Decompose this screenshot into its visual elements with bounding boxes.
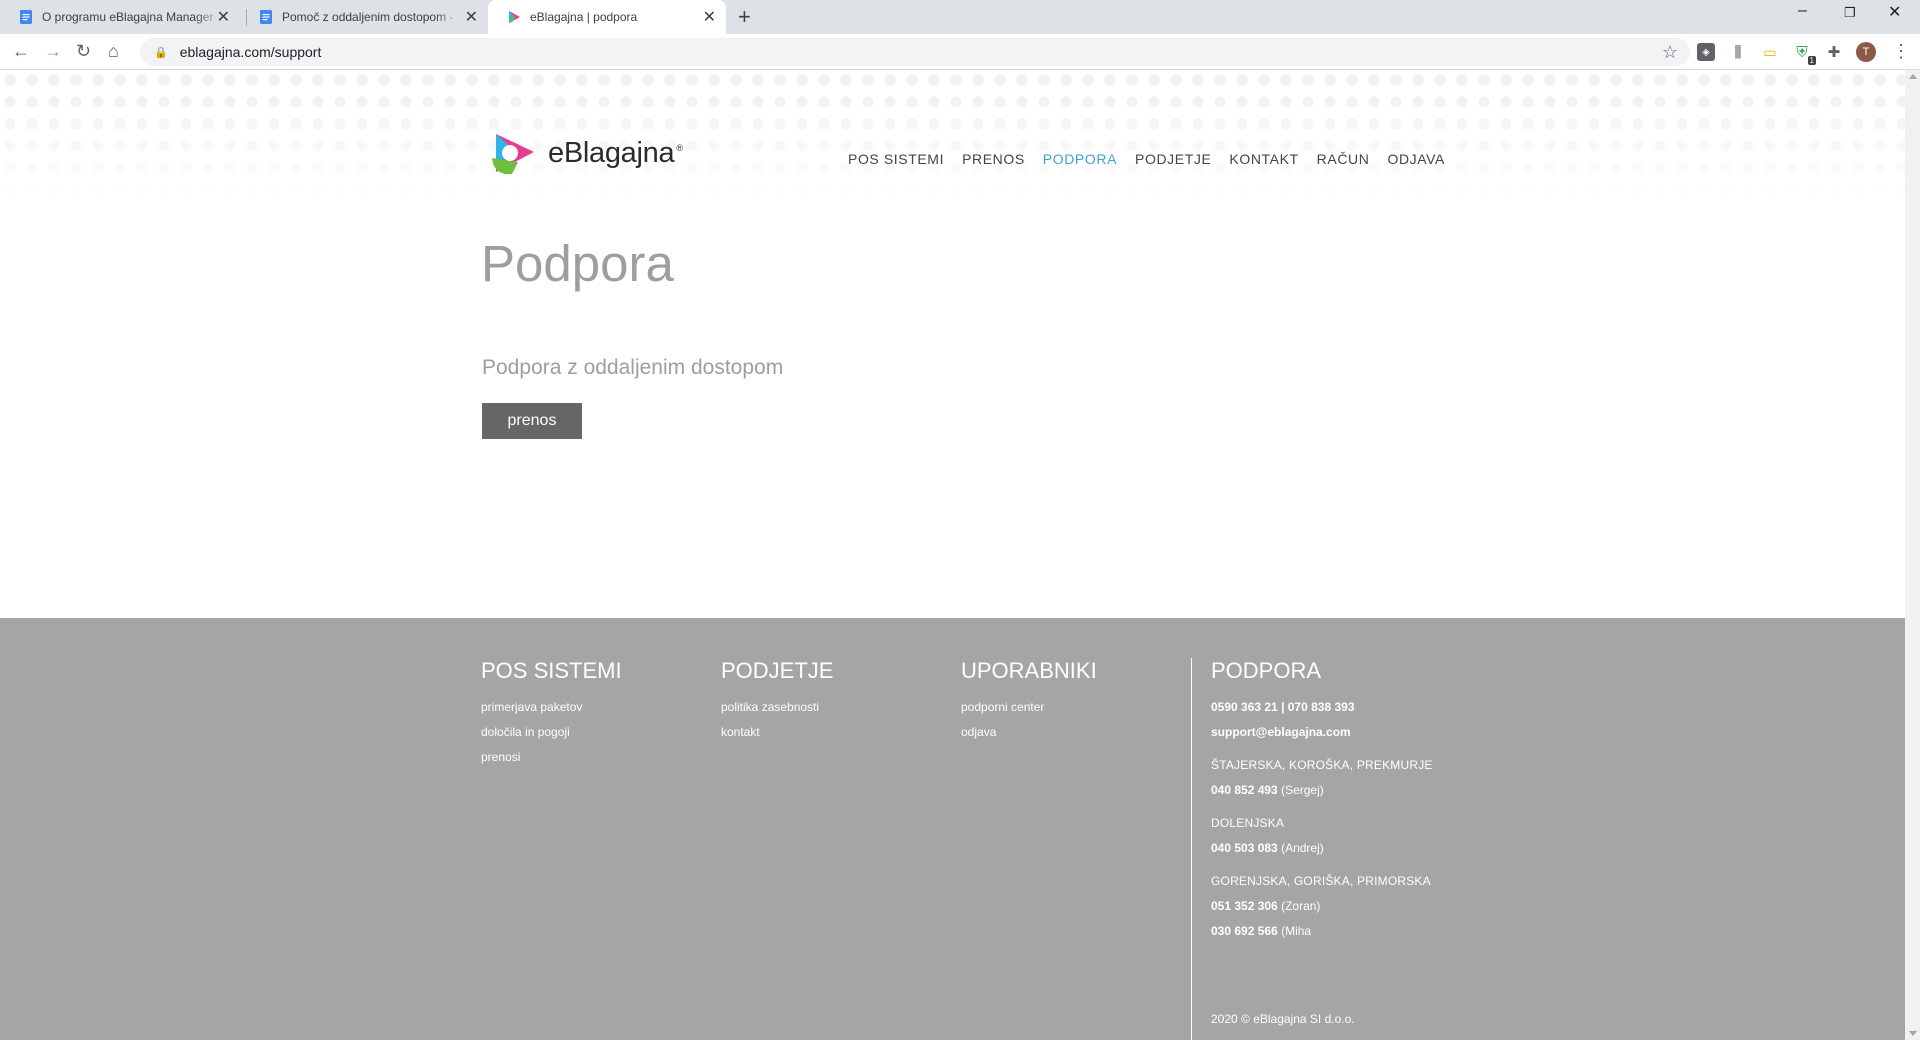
bookmark-star-icon[interactable]: ☆ [1662,42,1678,63]
web-page: eBlagajna ® POS SISTEMI PRENOS PODPORA PO… [0,70,1905,1040]
chat-extension-icon[interactable]: ▭ [1761,43,1779,61]
profile-avatar[interactable]: T [1856,42,1876,62]
eblagajna-favicon-icon [506,9,522,25]
region-name: GORENJSKA, GORIŠKA, PRIMORSKA [1211,874,1431,888]
footer-column-support: PODPORA 0590 363 21 | 070 838 393 suppor… [1211,658,1433,949]
tab-title: eBlagajna | podpora [530,10,638,24]
puzzle-extensions-icon[interactable]: ✚ [1825,43,1843,61]
brand-name: eBlagajna ® [548,136,683,169]
nav-prenos[interactable]: PRENOS [962,151,1025,167]
footer-divider [1191,658,1192,1040]
support-email[interactable]: support@eblagajna.com [1211,725,1433,739]
docs-icon [18,9,34,25]
footer-link[interactable]: določila in pogoji [481,725,622,739]
nav-podpora[interactable]: PODPORA [1043,151,1117,167]
footer-link[interactable]: odjava [961,725,1097,739]
green-shield-extension-icon[interactable]: ⛨ 1 [1793,43,1816,65]
region-name: ŠTAJERSKA, KOROŠKA, PREKMURJE [1211,758,1433,772]
footer-link[interactable]: primerjava paketov [481,700,622,714]
tab-title: Pomoč z oddaljenim dostopom - [282,10,454,24]
forward-arrow-icon[interactable]: → [44,40,62,62]
tab-strip: O programu eBlagajna Manager ✕ Pomoč z o… [0,0,1920,34]
region-contact: 030 692 566 (Miha [1211,924,1312,938]
footer-heading: POS SISTEMI [481,658,622,683]
equalizer-extension-icon[interactable]: ⫼ [1729,43,1747,61]
nav-kontakt[interactable]: KONTAKT [1229,151,1298,167]
main-navigation: POS SISTEMI PRENOS PODPORA PODJETJE KONT… [848,151,1445,167]
extension-badge: 1 [1807,56,1816,65]
restore-button[interactable]: ❐ [1844,5,1856,21]
page-title: Podpora [481,235,674,292]
scroll-down-icon[interactable] [1909,1031,1917,1036]
site-logo[interactable]: eBlagajna ® [488,128,683,178]
reload-icon[interactable]: ↻ [76,40,91,62]
support-phones: 0590 363 21 | 070 838 393 [1211,700,1355,714]
tab-title: O programu eBlagajna Manager [42,10,214,24]
close-tab-icon[interactable]: ✕ [465,7,478,27]
region-contact: 051 352 306 (Zoran) [1211,899,1321,913]
footer-heading: UPORABNIKI [961,658,1097,683]
header-background-pattern [0,70,1905,200]
region-contact: 040 503 083 (Andrej) [1211,841,1324,855]
tab-pomoc[interactable]: Pomoč z oddaljenim dostopom - ✕ [240,0,488,34]
footer-link[interactable]: podporni center [961,700,1097,714]
footer-column-company: PODJETJE politika zasebnosti kontakt [721,658,833,750]
nav-podjetje[interactable]: PODJETJE [1135,151,1211,167]
footer-column-pos: POS SISTEMI primerjava paketov določila … [481,658,622,775]
tab-o-programu[interactable]: O programu eBlagajna Manager ✕ [0,0,240,34]
site-footer: POS SISTEMI primerjava paketov določila … [0,618,1905,1040]
eblagajna-logo-icon [492,134,534,175]
lock-icon: 🔒 [154,46,168,59]
copyright-text: 2020 © eBlagajna SI d.o.o. [1211,1012,1355,1026]
new-tab-button[interactable]: + [738,4,751,30]
footer-link[interactable]: politika zasebnosti [721,700,833,714]
page-scrollbar[interactable] [1905,70,1920,1040]
scroll-up-icon[interactable] [1909,74,1917,79]
menu-kebab-icon[interactable]: ⋮ [1892,40,1910,62]
shield-extension-icon[interactable]: ◈ [1697,43,1715,61]
region-contact: 040 852 493 (Sergej) [1211,783,1324,797]
minimize-button[interactable]: – [1798,2,1807,20]
close-tab-icon[interactable]: ✕ [217,7,230,27]
footer-heading: PODPORA [1211,658,1322,683]
url-text: eblagajna.com/support [179,44,322,60]
tab-eblagajna-podpora[interactable]: eBlagajna | podpora ✕ [488,0,726,34]
browser-toolbar: ← → ↻ ⌂ 🔒 eblagajna.com/support ☆ ◈ ⫼ ▭ … [0,34,1920,70]
footer-link[interactable]: kontakt [721,725,833,739]
footer-link[interactable]: prenosi [481,750,622,764]
section-title: Podpora z oddaljenim dostopom [482,356,784,379]
footer-heading: PODJETJE [721,658,834,683]
region-name: DOLENJSKA [1211,816,1285,830]
footer-column-users: UPORABNIKI podporni center odjava [961,658,1097,750]
home-icon[interactable]: ⌂ [108,40,119,62]
nav-pos-sistemi[interactable]: POS SISTEMI [848,151,944,167]
back-arrow-icon[interactable]: ← [12,40,30,62]
nav-odjava[interactable]: ODJAVA [1387,151,1445,167]
docs-icon [258,9,274,25]
address-bar[interactable]: 🔒 eblagajna.com/support ☆ [140,38,1690,66]
close-window-button[interactable]: ✕ [1888,2,1901,22]
nav-racun[interactable]: RAČUN [1317,151,1370,167]
prenos-button[interactable]: prenos [482,403,582,439]
close-tab-icon[interactable]: ✕ [703,7,716,27]
